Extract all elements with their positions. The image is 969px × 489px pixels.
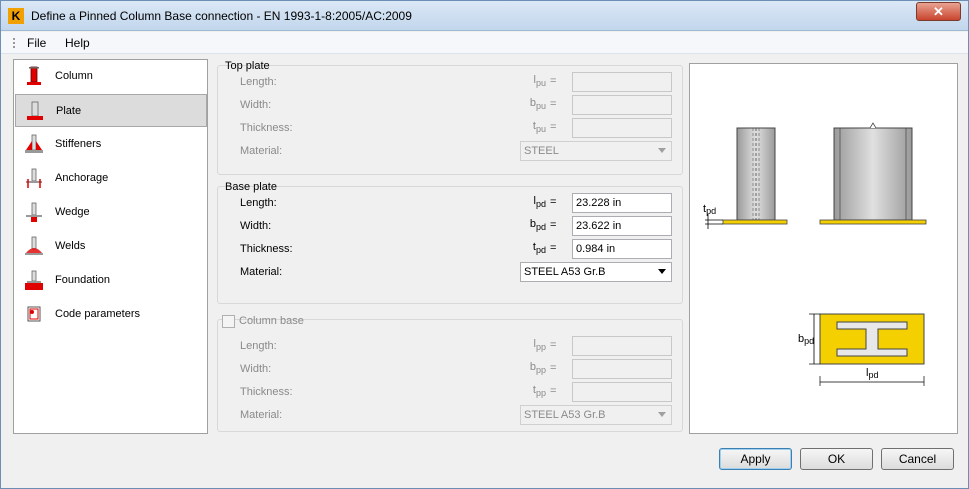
- cb-thickness-input[interactable]: [572, 382, 672, 402]
- cb-length-input[interactable]: [572, 336, 672, 356]
- nav-item-code-parameters[interactable]: Code parameters: [15, 298, 207, 331]
- equals-sign: =: [550, 121, 557, 133]
- welds-icon: [25, 236, 43, 255]
- equals-sign: =: [550, 196, 557, 208]
- nav-item-foundation[interactable]: Foundation: [15, 264, 207, 297]
- nav-item-wedge[interactable]: Wedge: [15, 196, 207, 229]
- equals-sign: =: [550, 219, 557, 231]
- preview-drawing: tpd bpd lpd: [689, 63, 958, 434]
- b-pd-label: bpd: [798, 333, 814, 346]
- nav-item-stiffeners[interactable]: Stiffeners: [15, 128, 207, 161]
- base-plate-diagram: tpd bpd lpd: [703, 122, 927, 386]
- cb-material-select[interactable]: STEEL A53 Gr.B: [520, 405, 672, 425]
- top-width-input[interactable]: [572, 95, 672, 115]
- nav-item-anchorage[interactable]: Anchorage: [15, 162, 207, 195]
- cb-length-symbol: lpp: [533, 338, 546, 353]
- top-material-label: Material:: [240, 145, 283, 157]
- nav-item-plate[interactable]: Plate: [15, 94, 207, 127]
- nav-label: Foundation: [55, 274, 111, 286]
- cb-thickness-label: Thickness:: [240, 386, 293, 398]
- close-button[interactable]: ✕: [916, 2, 961, 21]
- equals-sign: =: [550, 242, 557, 254]
- cb-material-value: STEEL A53 Gr.B: [524, 409, 606, 421]
- app-logo-icon: K: [8, 8, 24, 24]
- nav-label: Welds: [55, 240, 86, 252]
- base-width-label: Width:: [240, 220, 272, 232]
- base-material-select[interactable]: STEEL A53 Gr.B: [520, 262, 672, 282]
- cb-width-input[interactable]: [572, 359, 672, 379]
- top-length-input[interactable]: [572, 72, 672, 92]
- top-width-symbol: bpu: [529, 97, 546, 112]
- nav-label: Wedge: [55, 206, 90, 218]
- cb-thickness-symbol: tpp: [532, 384, 546, 399]
- base-plate-front-view: [819, 219, 927, 225]
- window-title: Define a Pinned Column Base connection -…: [31, 9, 412, 23]
- column-base-checkbox[interactable]: [222, 315, 235, 328]
- base-length-input[interactable]: 23.228 in: [572, 193, 672, 213]
- menu-bar: File Help: [1, 32, 968, 54]
- nav-item-welds[interactable]: Welds: [15, 230, 207, 263]
- nav-label: Plate: [56, 105, 82, 117]
- chevron-down-icon: [658, 269, 666, 274]
- base-material-value: STEEL A53 Gr.B: [524, 266, 606, 278]
- top-width-label: Width:: [240, 99, 272, 111]
- nav-label: Column: [55, 70, 93, 82]
- base-plate-title: Base plate: [225, 181, 277, 193]
- anchorage-icon: [26, 168, 42, 188]
- category-list: Column Plate Stiffeners Anchorage Wedge …: [13, 59, 208, 434]
- column-icon: [27, 66, 41, 85]
- top-thickness-label: Thickness:: [240, 122, 293, 134]
- nav-item-column[interactable]: Column: [15, 60, 207, 93]
- dialog-window: K Define a Pinned Column Base connection…: [0, 0, 969, 489]
- title-bar: K Define a Pinned Column Base connection…: [1, 1, 968, 31]
- equals-sign: =: [550, 339, 557, 351]
- top-length-symbol: lpu: [533, 74, 546, 89]
- chevron-down-icon: [658, 148, 666, 153]
- base-plate-side-view: [722, 219, 788, 225]
- plate-icon: [27, 101, 43, 120]
- menu-grip-icon: [13, 38, 15, 48]
- cb-length-label: Length:: [240, 340, 277, 352]
- base-thickness-input[interactable]: 0.984 in: [572, 239, 672, 259]
- base-width-symbol: bpd: [529, 218, 546, 233]
- l-pd-label: lpd: [866, 367, 878, 380]
- base-material-label: Material:: [240, 266, 283, 278]
- equals-sign: =: [550, 75, 557, 87]
- top-length-label: Length:: [240, 76, 277, 88]
- top-material-select[interactable]: STEEL: [520, 141, 672, 161]
- nav-label: Code parameters: [55, 308, 140, 320]
- cb-material-label: Material:: [240, 409, 283, 421]
- apply-button[interactable]: Apply: [719, 448, 792, 470]
- column-front-view: [833, 127, 913, 221]
- column-base-title: Column base: [239, 315, 304, 327]
- top-thickness-input[interactable]: [572, 118, 672, 138]
- equals-sign: =: [550, 385, 557, 397]
- foundation-icon: [25, 270, 43, 290]
- base-length-symbol: lpd: [533, 195, 546, 210]
- cb-width-label: Width:: [240, 363, 272, 375]
- base-length-label: Length:: [240, 197, 277, 209]
- top-plate-title: Top plate: [225, 60, 270, 72]
- base-thickness-symbol: tpd: [532, 241, 546, 256]
- menu-file[interactable]: File: [27, 36, 46, 50]
- top-material-value: STEEL: [524, 145, 559, 157]
- equals-sign: =: [550, 98, 557, 110]
- equals-sign: =: [550, 362, 557, 374]
- wedge-icon: [26, 202, 42, 222]
- base-thickness-label: Thickness:: [240, 243, 293, 255]
- t-pd-label: tpd: [703, 203, 716, 216]
- nav-label: Stiffeners: [55, 138, 102, 150]
- cancel-button[interactable]: Cancel: [881, 448, 954, 470]
- base-width-input[interactable]: 23.622 in: [572, 216, 672, 236]
- nav-label: Anchorage: [55, 172, 109, 184]
- code-parameters-icon: [27, 306, 41, 322]
- cb-width-symbol: bpp: [529, 361, 546, 376]
- ok-button[interactable]: OK: [800, 448, 873, 470]
- chevron-down-icon: [658, 412, 666, 417]
- top-thickness-symbol: tpu: [532, 120, 546, 135]
- stiffeners-icon: [25, 134, 43, 153]
- menu-help[interactable]: Help: [65, 36, 90, 50]
